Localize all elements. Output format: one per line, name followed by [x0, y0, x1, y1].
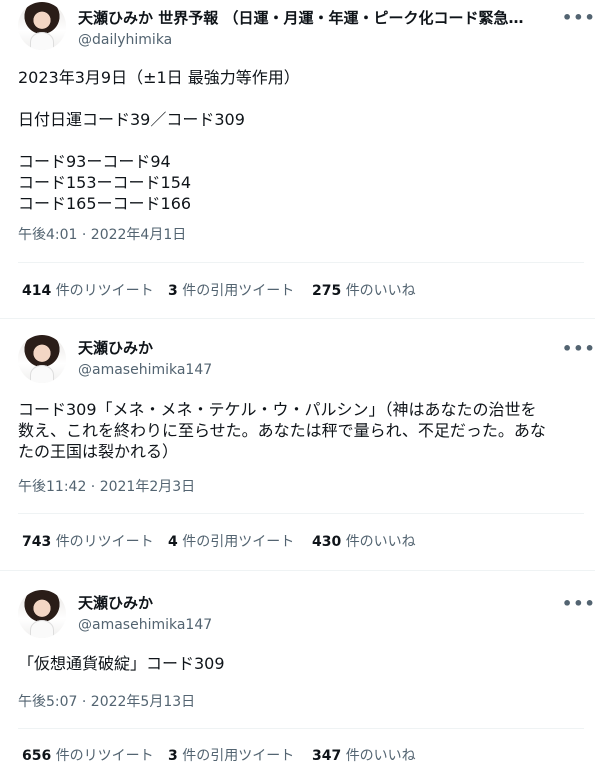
quote-count[interactable]: 4 件の引用ツイート — [168, 533, 294, 551]
like-count[interactable]: 347 件のいいね — [312, 747, 416, 765]
retweet-label: 件のリツイート — [55, 748, 154, 764]
quote-number: 4 — [168, 534, 178, 550]
avatar[interactable] — [18, 590, 66, 638]
retweet-count[interactable]: 656 件のリツイート — [22, 747, 154, 765]
retweet-number: 743 — [22, 534, 52, 550]
author-handle[interactable]: @amasehimika147 — [78, 361, 212, 379]
tweet-line — [18, 88, 300, 109]
retweet-label: 件のリツイート — [55, 283, 154, 299]
retweet-number: 414 — [22, 283, 52, 299]
tweet-line: コード165ーコード166 — [18, 194, 192, 213]
avatar[interactable] — [18, 2, 66, 50]
author-name[interactable]: 天瀬ひみか — [78, 339, 153, 357]
like-label: 件のいいね — [345, 534, 416, 550]
like-number: 275 — [312, 283, 342, 299]
tweet-line: 数え、これを終わりに至らせた。あなたは秤で量られ、不足だった。あな — [18, 421, 546, 440]
tweet-timestamp[interactable]: 午後5:07 · 2022年5月13日 — [18, 693, 195, 711]
tweet-line: コード153ーコード154 — [18, 173, 192, 192]
quote-number: 3 — [168, 283, 178, 299]
more-options-icon[interactable]: ••• — [562, 10, 595, 26]
author-name[interactable]: 天瀬ひみか — [78, 594, 153, 612]
more-options-icon[interactable]: ••• — [562, 596, 595, 612]
tweet-line: たの王国は裂かれる） — [18, 442, 179, 461]
like-count[interactable]: 275 件のいいね — [312, 282, 416, 300]
quote-count[interactable]: 3 件の引用ツイート — [168, 747, 294, 765]
divider — [18, 728, 584, 729]
quote-label: 件の引用ツイート — [182, 748, 295, 764]
tweet-timestamp[interactable]: 午後4:01 · 2022年4月1日 — [18, 226, 186, 244]
like-count[interactable]: 430 件のいいね — [312, 533, 416, 551]
retweet-number: 656 — [22, 748, 52, 764]
tweet-line: コード309「メネ・メネ・テケル・ウ・パルシン」（神はあなたの治世を — [18, 400, 537, 419]
divider — [18, 262, 584, 263]
tweet-line: 2023年3月9日（±1日 最強力等作用） — [18, 68, 300, 87]
tweet-text: 2023年3月9日（±1日 最強力等作用） 日付日運コード39／コード309 コ… — [18, 67, 300, 214]
tweet-separator — [0, 318, 595, 319]
tweet-separator — [0, 570, 595, 571]
quote-label: 件の引用ツイート — [182, 534, 295, 550]
tweet-line: 「仮想通貨破綻」コード309 — [18, 654, 225, 673]
author-handle[interactable]: @amasehimika147 — [78, 616, 212, 634]
tweet-text: コード309「メネ・メネ・テケル・ウ・パルシン」（神はあなたの治世を 数え、これ… — [18, 399, 546, 462]
like-label: 件のいいね — [345, 748, 416, 764]
like-label: 件のいいね — [345, 283, 416, 299]
divider — [18, 513, 584, 514]
tweet-line: コード93ーコード94 — [18, 152, 171, 171]
retweet-count[interactable]: 743 件のリツイート — [22, 533, 154, 551]
tweet-line: 日付日運コード39／コード309 — [18, 110, 245, 129]
like-number: 430 — [312, 534, 342, 550]
like-number: 347 — [312, 748, 342, 764]
tweet-line — [18, 130, 300, 151]
tweet-text: 「仮想通貨破綻」コード309 — [18, 653, 225, 674]
avatar[interactable] — [18, 335, 66, 383]
author-name[interactable]: 天瀬ひみか 世界予報 （日運・月運・年運・ピーク化コード緊急警… — [78, 9, 538, 27]
author-handle[interactable]: @dailyhimika — [78, 31, 172, 49]
quote-label: 件の引用ツイート — [182, 283, 295, 299]
tweet-timestamp[interactable]: 午後11:42 · 2021年2月3日 — [18, 478, 195, 496]
quote-number: 3 — [168, 748, 178, 764]
retweet-count[interactable]: 414 件のリツイート — [22, 282, 154, 300]
retweet-label: 件のリツイート — [55, 534, 154, 550]
more-options-icon[interactable]: ••• — [562, 341, 595, 357]
quote-count[interactable]: 3 件の引用ツイート — [168, 282, 294, 300]
